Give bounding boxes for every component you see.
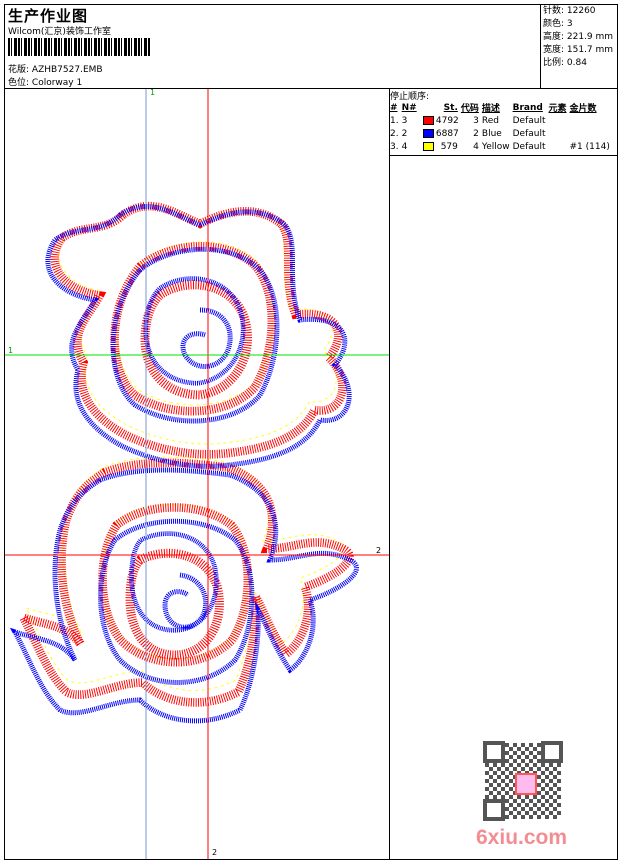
rose-design xyxy=(15,205,356,721)
guide-label: 1 xyxy=(8,346,14,355)
embroidery-preview xyxy=(5,89,389,859)
guide-label: 1 xyxy=(150,88,156,97)
watermark: 6xiu.com xyxy=(476,826,568,849)
stamp-logo xyxy=(515,773,537,795)
guide-label: 2 xyxy=(212,848,218,857)
qr-code xyxy=(481,739,565,823)
guide-label: 2 xyxy=(376,546,382,555)
